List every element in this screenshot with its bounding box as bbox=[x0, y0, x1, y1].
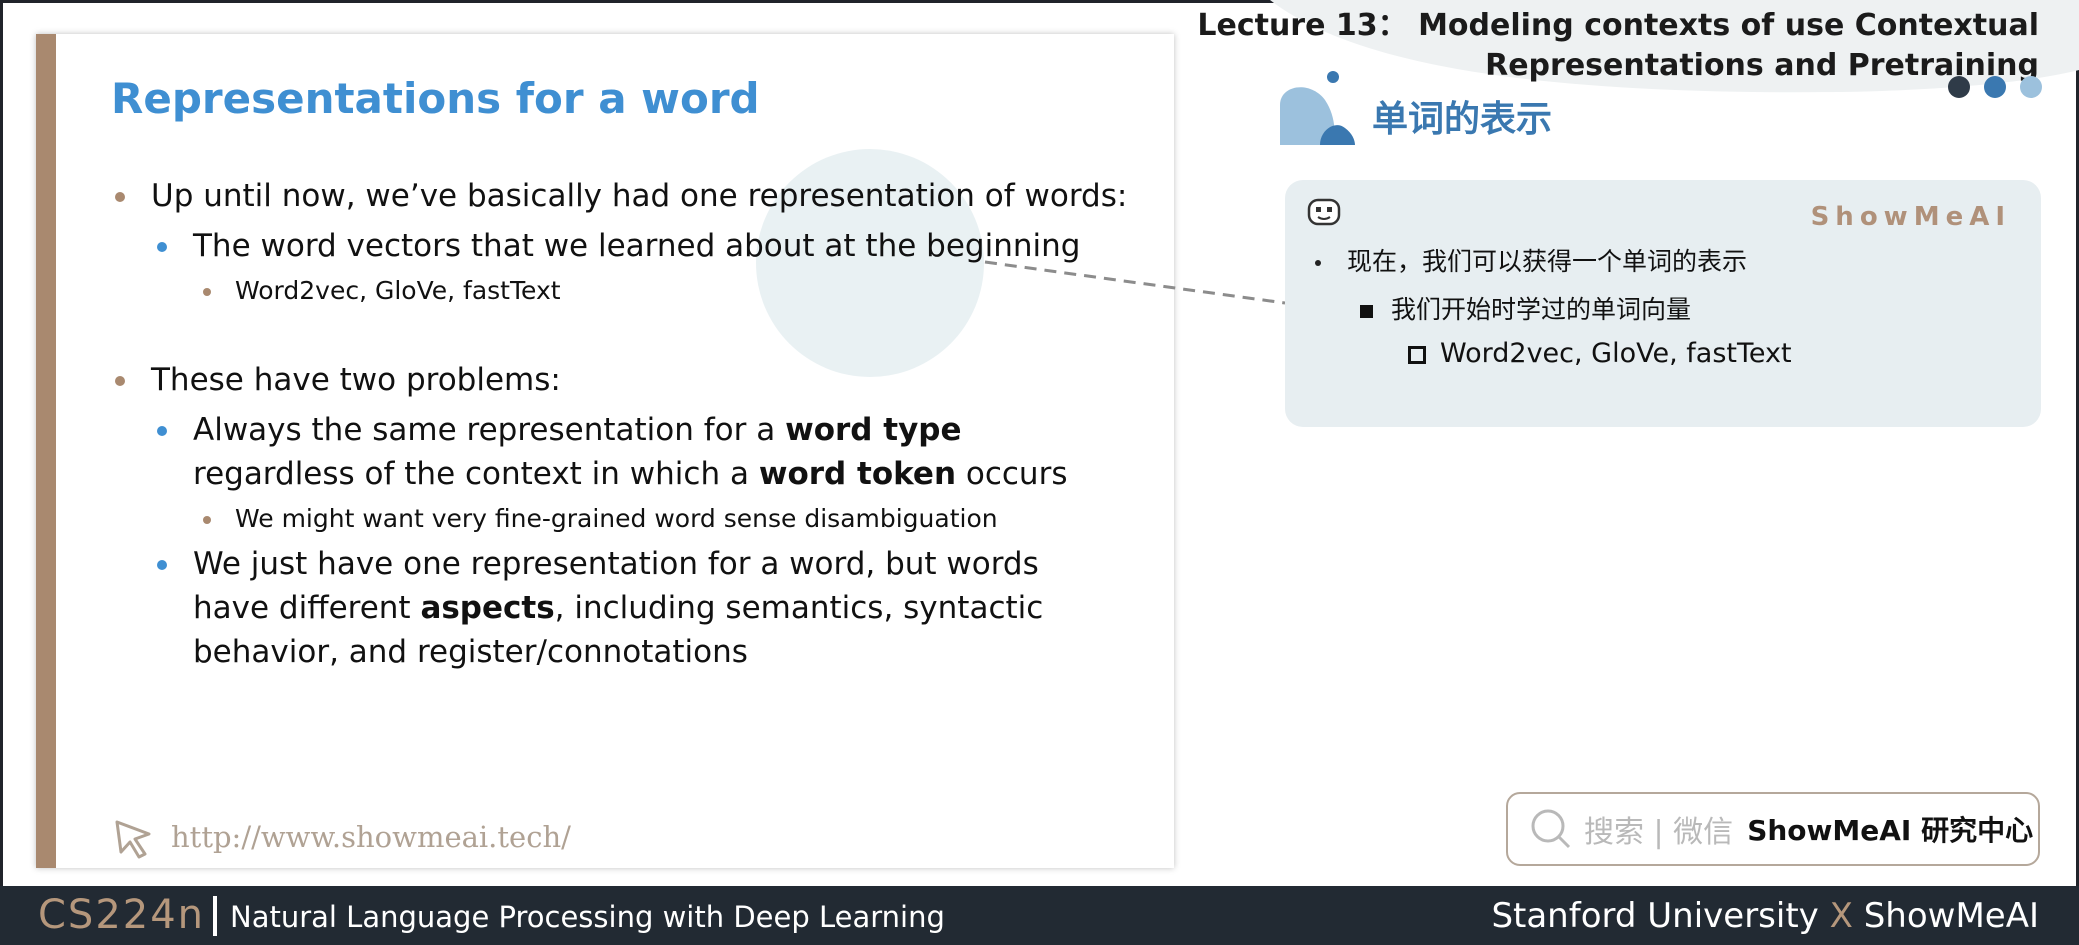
notes-line1: 现在，我们可以获得一个单词的表示 bbox=[1315, 242, 1747, 278]
search-label: 搜索 | 微信 bbox=[1584, 815, 1734, 850]
bullet-dot-icon bbox=[1315, 260, 1321, 266]
credit-x: X bbox=[1829, 896, 1853, 936]
robot-icon bbox=[1307, 198, 1341, 226]
credit-showmeai: ShowMeAI bbox=[1863, 896, 2039, 936]
course-separator bbox=[213, 896, 217, 936]
search-icon bbox=[1531, 809, 1571, 849]
notes-brand: ShowMeAI bbox=[1810, 202, 2011, 232]
credit-stanford: Stanford University bbox=[1491, 896, 1819, 936]
course-name: Natural Language Processing with Deep Le… bbox=[230, 900, 945, 934]
search-brand: ShowMeAI 研究中心 bbox=[1747, 814, 2034, 847]
notes-line1-text: 现在，我们可以获得一个单词的表示 bbox=[1347, 247, 1748, 276]
dot-1 bbox=[1948, 76, 1970, 98]
course-code: CS224n bbox=[38, 892, 206, 938]
bullet-square-icon bbox=[1360, 304, 1373, 318]
notes-line3: Word2vec, GloVe, fastText bbox=[1408, 338, 1792, 369]
footer-credit: Stanford University X ShowMeAI bbox=[1491, 896, 2039, 936]
notes-line3-text: Word2vec, GloVe, fastText bbox=[1440, 338, 1792, 369]
decoration-dots bbox=[1948, 76, 2042, 98]
footer-bar: CS224n Natural Language Processing with … bbox=[0, 886, 2079, 945]
dot-2 bbox=[1984, 76, 2006, 98]
bullet-hollow-square-icon bbox=[1408, 345, 1426, 364]
dot-3 bbox=[2020, 76, 2042, 98]
notes-line2: 我们开始时学过的单词向量 bbox=[1360, 290, 1691, 326]
notes-section-title: 单词的表示 bbox=[1372, 99, 1553, 140]
notes-card: ShowMeAI 现在，我们可以获得一个单词的表示 我们开始时学过的单词向量 W… bbox=[1285, 180, 2041, 427]
notes-line2-text: 我们开始时学过的单词向量 bbox=[1391, 295, 1692, 324]
wechat-search-box[interactable]: 搜索 | 微信 ShowMeAI 研究中心 bbox=[1506, 792, 2040, 866]
